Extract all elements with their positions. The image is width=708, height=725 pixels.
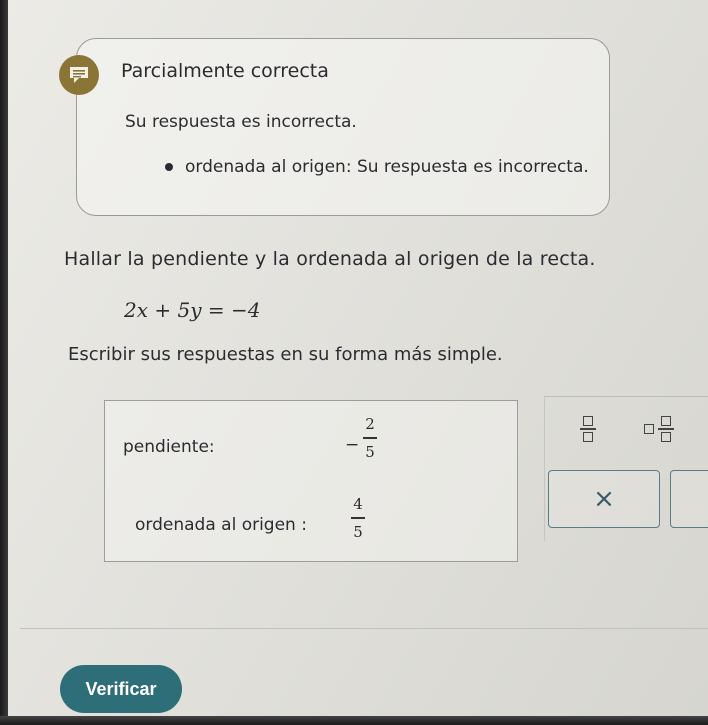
divider (20, 628, 708, 629)
slope-label: pendiente: (123, 437, 215, 457)
slope-sign: − (345, 435, 360, 455)
clear-button[interactable]: × (548, 470, 660, 528)
verify-button[interactable]: Verificar (60, 665, 182, 713)
screen-bezel-left (0, 0, 8, 725)
feedback-panel: Parcialmente correcta Su respuesta es in… (59, 38, 610, 216)
screen-bezel-bottom (0, 716, 708, 725)
intercept-numerator: 4 (353, 495, 363, 513)
close-icon: × (593, 484, 615, 514)
slope-numerator: 2 (365, 415, 375, 433)
feedback-message-icon (59, 55, 99, 95)
fraction-icon[interactable] (580, 416, 596, 442)
problem-question: Hallar la pendiente y la ordenada al ori… (64, 248, 596, 270)
undo-button[interactable] (670, 470, 708, 528)
feedback-title: Parcialmente correcta (121, 60, 329, 82)
problem-instruction: Escribir sus respuestas en su forma más … (68, 344, 503, 365)
problem-equation: 2x + 5y = −4 (124, 298, 261, 322)
feedback-subtitle: Su respuesta es incorrecta. (125, 112, 357, 132)
fraction-bar (351, 517, 365, 519)
intercept-denominator: 5 (353, 522, 363, 541)
slope-answer-fraction[interactable]: 2 5 (363, 415, 377, 461)
feedback-bullet: ordenada al origen: Su respuesta es inco… (165, 157, 589, 177)
intercept-label: ordenada al origen : (135, 515, 307, 535)
intercept-answer-fraction[interactable]: 4 5 (351, 495, 365, 541)
slope-denominator: 5 (365, 442, 375, 461)
answer-box: pendiente: − 2 5 ordenada al origen : 4 … (104, 400, 518, 562)
fraction-bar (363, 437, 377, 439)
mixed-number-icon[interactable] (644, 416, 674, 442)
